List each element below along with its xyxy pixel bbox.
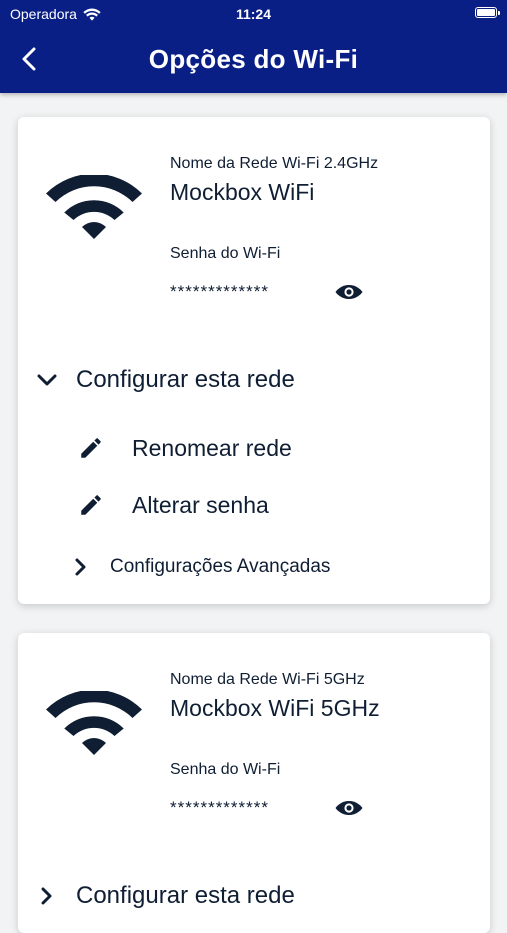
page-title: Opções do Wi-Fi xyxy=(148,44,359,74)
network-name-label: Nome da Rede Wi-Fi 2.4GHz xyxy=(170,155,379,172)
status-bar: Operadora 11:24 xyxy=(0,0,507,30)
battery-icon xyxy=(475,7,500,18)
nav-bar: Opções do Wi-Fi xyxy=(0,30,507,93)
password-value: ************* xyxy=(170,798,270,817)
app-header: Operadora 11:24 Opções do Wi-Fi xyxy=(0,0,507,93)
network-name: Mockbox WiFi xyxy=(170,179,315,205)
pencil-icon xyxy=(81,438,101,458)
chevron-right-icon xyxy=(75,558,86,576)
wifi-icon xyxy=(46,691,142,755)
advanced-settings-label: Configurações Avançadas xyxy=(110,556,331,577)
password-label: Senha do Wi-Fi xyxy=(170,761,281,778)
rename-network-button[interactable]: Renomear rede xyxy=(78,431,292,465)
network-name: Mockbox WiFi 5GHz xyxy=(170,695,380,721)
configure-network-label: Configurar esta rede xyxy=(76,882,295,909)
configure-network-toggle[interactable]: Configurar esta rede xyxy=(36,879,295,913)
pencil-icon xyxy=(81,495,101,515)
configure-network-label: Configurar esta rede xyxy=(76,366,295,393)
advanced-settings-button[interactable]: Configurações Avançadas xyxy=(74,553,330,581)
chevron-down-icon xyxy=(37,374,57,386)
rename-network-label: Renomear rede xyxy=(132,434,292,461)
network-card-5ghz: Nome da Rede Wi-Fi 5GHz Mockbox WiFi 5GH… xyxy=(18,633,490,933)
wifi-icon xyxy=(46,175,142,239)
change-password-label: Alterar senha xyxy=(132,491,269,518)
change-password-button[interactable]: Alterar senha xyxy=(78,488,269,522)
status-time: 11:24 xyxy=(235,6,272,22)
chevron-right-icon xyxy=(41,887,52,905)
network-card-2-4ghz: Nome da Rede Wi-Fi 2.4GHz Mockbox WiFi S… xyxy=(18,117,490,604)
show-password-eye-icon[interactable] xyxy=(334,280,364,304)
password-label: Senha do Wi-Fi xyxy=(170,245,281,262)
configure-network-toggle[interactable]: Configurar esta rede xyxy=(36,363,295,397)
show-password-eye-icon[interactable] xyxy=(334,796,364,820)
network-name-label: Nome da Rede Wi-Fi 5GHz xyxy=(170,671,365,688)
password-value: ************* xyxy=(170,282,270,301)
